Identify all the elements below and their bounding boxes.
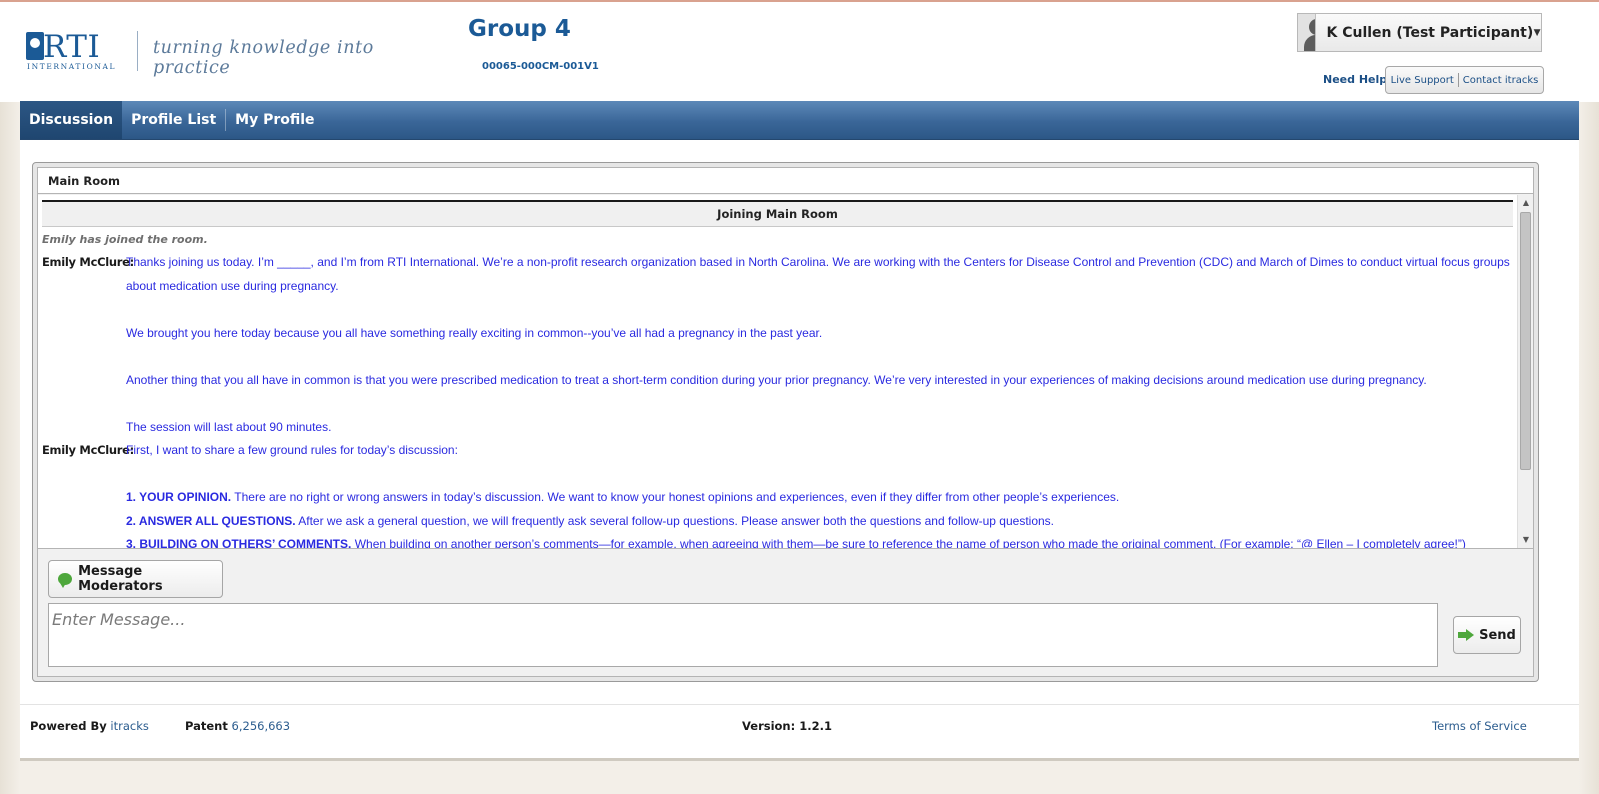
- scroll-up-icon[interactable]: ▲: [1518, 195, 1533, 211]
- rti-logo-mark-icon: [26, 32, 44, 60]
- tab-my-profile[interactable]: My Profile: [226, 101, 323, 139]
- rule-title: 2. ANSWER ALL QUESTIONS.: [126, 513, 296, 528]
- message-body: First, I want to share a few ground rule…: [126, 439, 1513, 548]
- arrow-right-icon: [1458, 629, 1475, 641]
- message-body: Thanks joining us today. I’m _____, and …: [126, 251, 1513, 439]
- chat-scrollbar[interactable]: ▲ ▼: [1517, 195, 1533, 548]
- chat-scroll-region[interactable]: Joining Main Room Emily has joined the r…: [42, 200, 1513, 548]
- user-name: K Cullen (Test Participant): [1326, 24, 1534, 41]
- patent-link[interactable]: 6,256,663: [232, 719, 291, 733]
- message-author: Emily McClure:: [42, 255, 134, 269]
- chat-message: Emily McClure: Thanks joining us today. …: [42, 251, 1513, 439]
- chat-panel: Main Room Joining Main Room Emily has jo…: [32, 162, 1539, 682]
- logo-divider: [137, 31, 138, 71]
- joining-banner: Joining Main Room: [42, 200, 1513, 227]
- logo-subtext: INTERNATIONAL: [27, 62, 117, 71]
- room-title: Main Room: [38, 168, 1533, 194]
- patent-label: Patent: [185, 719, 228, 733]
- message-author: Emily McClure:: [42, 443, 134, 457]
- group-code: 00065-000CM-001V1: [482, 61, 599, 72]
- message-intro: First, I want to share a few ground rule…: [126, 443, 458, 457]
- user-menu[interactable]: K Cullen (Test Participant) ▼: [1297, 13, 1542, 52]
- rule-title: 3. BUILDING ON OTHERS’ COMMENTS.: [126, 537, 352, 548]
- tab-profile-list[interactable]: Profile List: [122, 101, 225, 139]
- tab-discussion[interactable]: Discussion: [20, 101, 123, 139]
- send-button[interactable]: Send: [1453, 616, 1521, 654]
- logo-text: RTI: [43, 29, 101, 65]
- message-input[interactable]: [48, 603, 1438, 667]
- live-support-link[interactable]: Live Support: [1391, 75, 1454, 86]
- rule-item: 2. ANSWER ALL QUESTIONS. After we ask a …: [126, 510, 1513, 534]
- scrollbar-thumb[interactable]: [1520, 212, 1531, 470]
- message-moderators-button[interactable]: Message Moderators: [48, 560, 223, 598]
- terms-label: Terms of Service: [1432, 719, 1527, 733]
- send-label: Send: [1479, 627, 1516, 643]
- rule-text: After we ask a general question, we will…: [298, 513, 1055, 528]
- rti-logo[interactable]: RTI INTERNATIONAL turning knowledge into…: [26, 29, 446, 78]
- message-paragraph: Thanks joining us today. I’m _____, and …: [126, 255, 1510, 293]
- chat-message: Emily McClure: First, I want to share a …: [42, 439, 1513, 548]
- powered-by: Powered By itracks: [30, 719, 149, 733]
- support-links: Live Support Contact itracks: [1385, 66, 1544, 94]
- footer-divider: [20, 704, 1579, 705]
- rule-item: 3. BUILDING ON OTHERS’ COMMENTS. When bu…: [126, 533, 1513, 548]
- header: RTI INTERNATIONAL turning knowledge into…: [0, 2, 1599, 102]
- group-title: Group 4: [468, 16, 571, 42]
- contact-itracks-link[interactable]: Contact itracks: [1463, 75, 1539, 86]
- page-bottom-edge: [20, 758, 1579, 761]
- need-help-label: Need Help?: [1323, 73, 1394, 86]
- terms-of-service-link[interactable]: Terms of Service: [1432, 719, 1527, 733]
- chat-panel-inner: Main Room Joining Main Room Emily has jo…: [37, 167, 1534, 677]
- system-message: Emily has joined the room.: [42, 233, 208, 246]
- rule-item: 1. YOUR OPINION. There are no right or w…: [126, 486, 1513, 510]
- message-moderators-label: Message Moderators: [78, 564, 163, 594]
- message-paragraph: We brought you here today because you al…: [126, 325, 823, 340]
- chevron-down-icon[interactable]: ▼: [1533, 28, 1541, 38]
- chat-transcript: Joining Main Room Emily has joined the r…: [38, 195, 1533, 549]
- patent-info: Patent 6,256,663: [185, 719, 290, 733]
- rule-text: There are no right or wrong answers in t…: [234, 490, 1120, 504]
- itracks-link[interactable]: itracks: [110, 719, 148, 733]
- version-info: Version: 1.2.1: [742, 719, 832, 733]
- rule-text: When building on another person’s commen…: [354, 537, 1466, 548]
- scroll-down-icon[interactable]: ▼: [1518, 532, 1533, 548]
- logo-tagline: turning knowledge into practice: [153, 38, 374, 78]
- main-nav: Discussion Profile List My Profile: [20, 101, 1579, 140]
- version-label: Version: 1.2.1: [742, 719, 832, 733]
- support-divider: [1457, 73, 1459, 87]
- avatar-icon: [1298, 14, 1317, 51]
- powered-by-label: Powered By: [30, 719, 107, 733]
- message-paragraph: The session will last about 90 minutes.: [126, 419, 332, 434]
- speech-bubble-icon: [58, 573, 73, 588]
- message-paragraph: Another thing that you all have in commo…: [126, 372, 1427, 387]
- rule-title: 1. YOUR OPINION.: [126, 490, 232, 504]
